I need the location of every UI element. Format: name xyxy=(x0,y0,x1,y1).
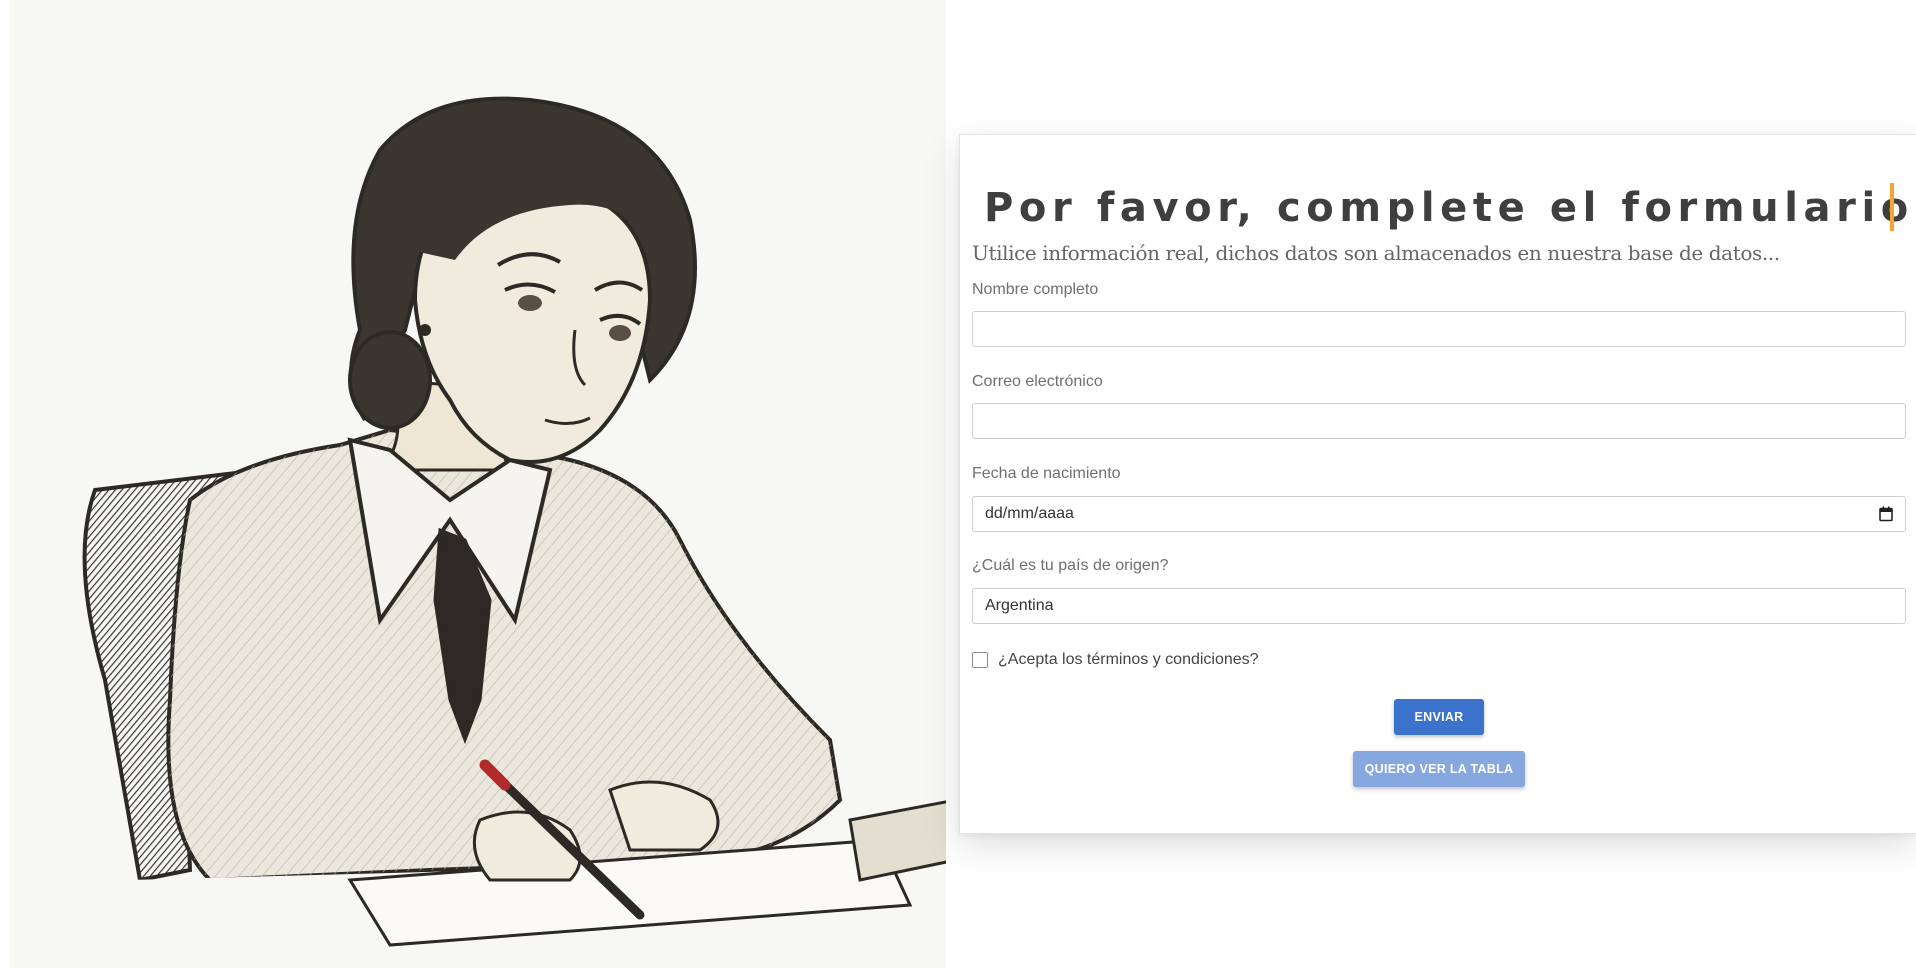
name-input[interactable] xyxy=(972,311,1906,347)
birthdate-input[interactable]: dd/mm/aaaa xyxy=(972,496,1906,532)
terms-label[interactable]: ¿Acepta los términos y condiciones? xyxy=(998,651,1259,669)
terms-row[interactable]: ¿Acepta los términos y condiciones? xyxy=(972,651,1259,669)
illustration-panel xyxy=(10,0,946,968)
view-table-button[interactable]: QUIERO VER LA TABLA xyxy=(1353,751,1525,787)
name-label: Nombre completo xyxy=(972,281,1099,298)
email-input[interactable] xyxy=(972,403,1906,439)
submit-button[interactable]: ENVIAR xyxy=(1394,699,1484,735)
email-label: Correo electrónico xyxy=(972,373,1103,390)
birthdate-placeholder: dd/mm/aaaa xyxy=(985,505,1074,522)
page: Por favor, complete el formulario. Utili… xyxy=(0,0,1916,968)
form-card: Por favor, complete el formulario. Utili… xyxy=(959,134,1916,834)
woman-writing-illustration xyxy=(82,96,946,968)
country-input[interactable] xyxy=(972,588,1906,624)
form-title: Por favor, complete el formulario. xyxy=(984,185,1916,231)
birthdate-label: Fecha de nacimiento xyxy=(972,465,1121,482)
title-caret xyxy=(1890,183,1894,231)
terms-checkbox[interactable] xyxy=(972,652,988,668)
form-subtitle: Utilice información real, dichos datos s… xyxy=(972,241,1780,265)
calendar-icon[interactable] xyxy=(1879,506,1893,522)
country-label: ¿Cuál es tu país de origen? xyxy=(972,557,1169,574)
